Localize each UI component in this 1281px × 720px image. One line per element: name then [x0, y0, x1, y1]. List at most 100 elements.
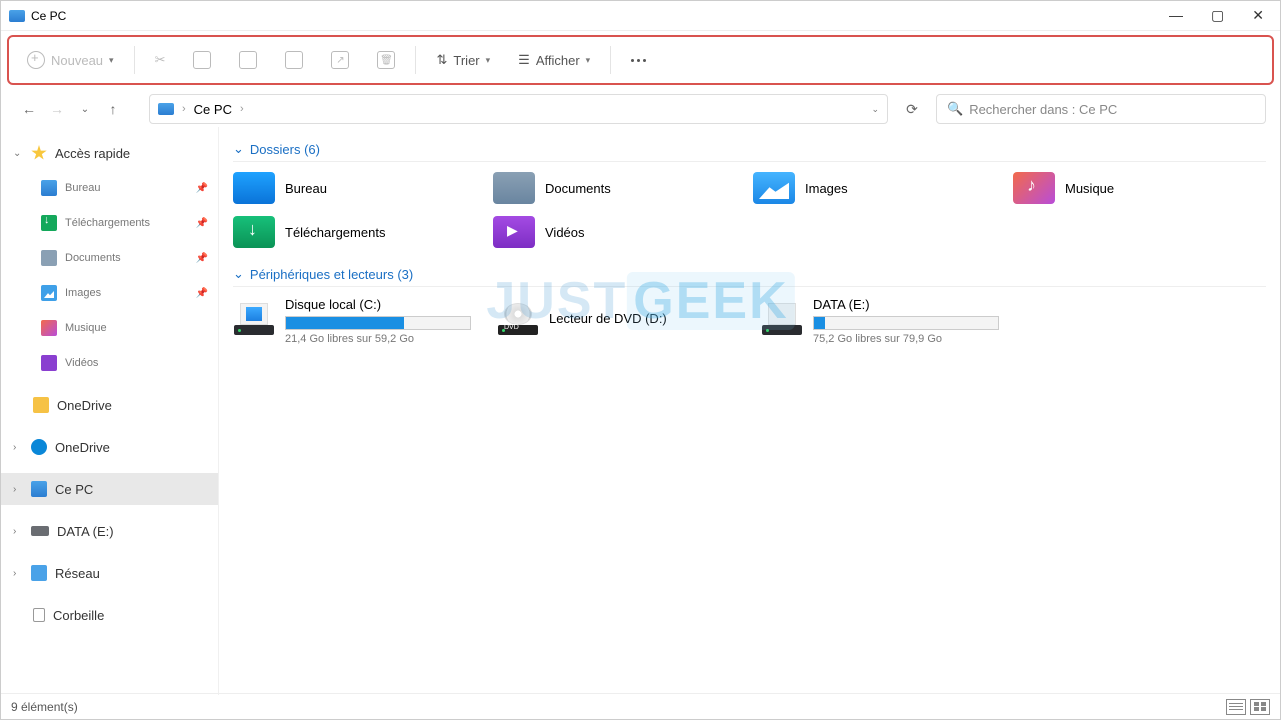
thispc-icon — [158, 103, 174, 115]
drive-e[interactable]: DATA (E:) 75,2 Go libres sur 79,9 Go — [761, 297, 1005, 345]
pin-icon: 📌 — [196, 218, 208, 229]
images-icon — [41, 285, 57, 301]
folder-icon — [33, 397, 49, 413]
sidebar-item-downloads[interactable]: Téléchargements📌 — [1, 207, 218, 239]
view-button[interactable]: ☰ Afficher ▾ — [510, 46, 598, 74]
back-button[interactable]: ← — [19, 101, 39, 117]
delete-button[interactable]: 🗑 — [369, 45, 403, 75]
star-icon — [31, 145, 47, 161]
share-button[interactable]: ↗ — [323, 45, 357, 75]
storage-bar — [813, 316, 999, 330]
folder-images[interactable]: Images — [753, 172, 993, 204]
sidebar-item-data[interactable]: ›DATA (E:) — [1, 515, 218, 547]
copy-icon — [193, 51, 211, 69]
recent-button[interactable]: ⌄ — [75, 104, 95, 115]
breadcrumb[interactable]: › Ce PC › ⌄ — [149, 94, 888, 124]
close-button[interactable]: ✕ — [1252, 7, 1264, 24]
dvd-icon — [497, 297, 539, 335]
up-button[interactable]: ↑ — [103, 101, 123, 117]
videos-icon — [41, 355, 57, 371]
sidebar-item-thispc[interactable]: ›Ce PC — [1, 473, 218, 505]
chevron-down-icon: ▾ — [586, 55, 591, 66]
copy-button[interactable] — [185, 45, 219, 75]
window-title: Ce PC — [31, 9, 66, 23]
thispc-icon — [9, 10, 25, 22]
sidebar-item-documents[interactable]: Documents📌 — [1, 242, 218, 274]
desktop-folder-icon — [233, 172, 275, 204]
title-bar: Ce PC — ▢ ✕ — [1, 1, 1280, 31]
trash-icon — [33, 608, 45, 622]
plus-icon — [27, 51, 45, 69]
network-icon — [31, 565, 47, 581]
minimize-button[interactable]: — — [1169, 7, 1183, 24]
search-input[interactable]: 🔍 Rechercher dans : Ce PC — [936, 94, 1266, 124]
sidebar-item-quickaccess[interactable]: ⌄Accès rapide — [1, 137, 218, 169]
cut-button[interactable]: ✂ — [147, 46, 174, 74]
drive-icon — [233, 297, 275, 335]
ellipsis-icon — [631, 59, 646, 62]
chevron-down-icon: ⌄ — [233, 266, 244, 282]
content-area: ⌄Dossiers (6) Bureau Documents Images Mu… — [219, 127, 1280, 695]
folder-music[interactable]: Musique — [1013, 172, 1253, 204]
chevron-down-icon[interactable]: ⌄ — [871, 104, 879, 115]
sort-icon: ⇅ — [436, 52, 447, 68]
sidebar: ⌄Accès rapide Bureau📌 Téléchargements📌 D… — [1, 127, 219, 695]
sidebar-item-onedrive[interactable]: ›OneDrive — [1, 431, 218, 463]
documents-folder-icon — [493, 172, 535, 204]
paste-icon — [239, 51, 257, 69]
folder-videos[interactable]: Vidéos — [493, 216, 733, 248]
sidebar-item-trash[interactable]: Corbeille — [1, 599, 218, 631]
documents-icon — [41, 250, 57, 266]
sidebar-item-desktop[interactable]: Bureau📌 — [1, 172, 218, 204]
paste-button[interactable] — [231, 45, 265, 75]
drive-d[interactable]: Lecteur de DVD (D:) — [497, 297, 741, 345]
music-folder-icon — [1013, 172, 1055, 204]
cloud-icon — [31, 439, 47, 455]
sidebar-item-images[interactable]: Images📌 — [1, 277, 218, 309]
share-icon: ↗ — [331, 51, 349, 69]
sort-button[interactable]: ⇅ Trier ▾ — [428, 46, 498, 74]
storage-bar — [285, 316, 471, 330]
sidebar-item-music[interactable]: Musique — [1, 312, 218, 344]
folder-desktop[interactable]: Bureau — [233, 172, 473, 204]
icons-view-button[interactable] — [1250, 699, 1270, 715]
breadcrumb-location[interactable]: Ce PC — [194, 102, 232, 117]
download-icon — [41, 215, 57, 231]
sidebar-item-videos[interactable]: Vidéos — [1, 347, 218, 379]
chevron-down-icon: ⌄ — [233, 141, 244, 157]
desktop-icon — [41, 180, 57, 196]
rename-icon — [285, 51, 303, 69]
pin-icon: 📌 — [196, 288, 208, 299]
sidebar-item-onedrive-local[interactable]: OneDrive — [1, 389, 218, 421]
images-folder-icon — [753, 172, 795, 204]
drive-icon — [761, 297, 803, 335]
view-icon: ☰ — [518, 52, 530, 68]
thispc-icon — [31, 481, 47, 497]
item-count: 9 élément(s) — [11, 700, 78, 714]
scissors-icon: ✂ — [155, 52, 166, 68]
details-view-button[interactable] — [1226, 699, 1246, 715]
music-icon — [41, 320, 57, 336]
forward-button[interactable]: → — [47, 101, 67, 117]
videos-folder-icon — [493, 216, 535, 248]
chevron-down-icon: ▾ — [109, 55, 114, 66]
new-button[interactable]: Nouveau ▾ — [19, 45, 122, 75]
folder-documents[interactable]: Documents — [493, 172, 733, 204]
address-bar: ← → ⌄ ↑ › Ce PC › ⌄ ⟳ 🔍 Rechercher dans … — [1, 91, 1280, 127]
status-bar: 9 élément(s) — [1, 693, 1280, 719]
pin-icon: 📌 — [196, 253, 208, 264]
folder-downloads[interactable]: Téléchargements — [233, 216, 473, 248]
drive-icon — [31, 526, 49, 536]
group-folders[interactable]: ⌄Dossiers (6) — [233, 141, 1266, 162]
sidebar-item-network[interactable]: ›Réseau — [1, 557, 218, 589]
trash-icon: 🗑 — [377, 51, 395, 69]
more-button[interactable] — [623, 53, 654, 68]
group-drives[interactable]: ⌄Périphériques et lecteurs (3) — [233, 266, 1266, 287]
drive-c[interactable]: Disque local (C:) 21,4 Go libres sur 59,… — [233, 297, 477, 345]
refresh-button[interactable]: ⟳ — [896, 101, 928, 118]
rename-button[interactable] — [277, 45, 311, 75]
chevron-down-icon: ▾ — [486, 55, 491, 66]
downloads-folder-icon — [233, 216, 275, 248]
search-icon: 🔍 — [947, 101, 963, 117]
maximize-button[interactable]: ▢ — [1211, 7, 1224, 24]
